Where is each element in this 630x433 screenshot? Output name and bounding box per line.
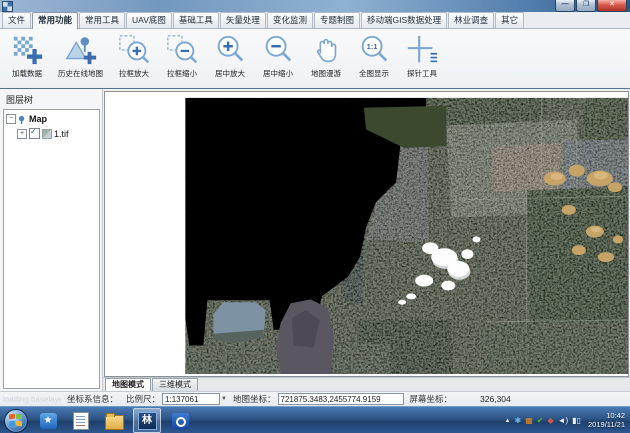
clock-date: 2019/11/21 <box>588 421 625 430</box>
tool-label: 地图漫游 <box>311 68 341 79</box>
view-mode-tabs: 地图模式 三维模式 <box>103 377 630 391</box>
toolbar: 加载数据 历史在线地图 拉框放大 <box>0 29 630 89</box>
menu-tab-thematic-mapping[interactable]: 专题制图 <box>314 12 360 28</box>
raster-layer-icon <box>42 129 52 139</box>
star-app-icon: ★ <box>40 413 57 429</box>
expand-icon[interactable]: + <box>17 129 27 139</box>
svg-text:1:1: 1:1 <box>367 42 378 51</box>
center-zoom-in-icon <box>213 33 247 67</box>
tool-label: 居中放大 <box>215 68 245 79</box>
tray-orange-grid-icon[interactable]: ▦ <box>525 416 533 426</box>
history-online-map-button[interactable]: 历史在线地图 <box>52 31 109 81</box>
full-extent-icon: 1:1 <box>357 33 391 67</box>
scale-input[interactable] <box>162 393 220 405</box>
center-zoom-in-button[interactable]: 居中放大 <box>207 31 253 81</box>
tool-label: 加载数据 <box>12 68 42 79</box>
menu-tab-mobile-gis-data[interactable]: 移动端GIS数据处理 <box>361 12 447 28</box>
tool-label: 拉框缩小 <box>167 68 197 79</box>
screen-coord-label: 屏幕坐标： <box>410 393 453 405</box>
taskbar-app-o[interactable] <box>166 408 194 433</box>
taskbar-app-explorer[interactable] <box>100 408 128 433</box>
map-mode-tab[interactable]: 地图模式 <box>105 378 151 391</box>
windows-taskbar: ★ 林 ▲ ✱ ▦ ✔ ◆ ◄) ▮▯ 10:42 2019/11/21 <box>0 406 630 433</box>
pan-map-button[interactable]: 地图漫游 <box>303 31 349 81</box>
screen-coord-value: 326,304 <box>480 394 511 404</box>
pan-hand-icon <box>309 33 343 67</box>
tool-label: 拉框放大 <box>119 68 149 79</box>
tree-node-map[interactable]: − Map <box>6 114 97 124</box>
close-button[interactable]: ✕ <box>597 0 627 12</box>
layer-panel-title: 图层树 <box>0 89 102 109</box>
status-bar: loading baselayer 坐标系信息： 比例尺： ▼ 地图坐标： 屏幕… <box>0 391 630 406</box>
scale-label: 比例尺： <box>126 393 160 405</box>
volume-icon[interactable]: ◄) <box>558 416 569 426</box>
menu-tab-basic-tools[interactable]: 基础工具 <box>173 12 219 28</box>
map-node-icon <box>18 115 27 124</box>
menu-tab-file[interactable]: 文件 <box>2 12 31 28</box>
collapse-icon[interactable]: − <box>6 114 16 124</box>
menu-tab-strip: 文件 常用功能 常用工具 UAV底图 基础工具 矢量处理 变化监测 专题制图 移… <box>0 12 630 29</box>
dragbox-zoom-out-icon <box>165 33 199 67</box>
dragbox-zoom-in-icon <box>117 33 151 67</box>
tray-red-app-icon[interactable]: ◆ <box>547 416 553 426</box>
o-app-icon <box>172 413 189 429</box>
map-coord-input[interactable] <box>278 393 404 405</box>
menu-tab-common-functions[interactable]: 常用功能 <box>32 12 78 29</box>
clock[interactable]: 10:42 2019/11/21 <box>588 412 625 429</box>
layer-visibility-checkbox[interactable] <box>29 128 40 139</box>
load-data-icon <box>10 33 44 67</box>
tree-node-layer[interactable]: + 1.tif <box>17 128 97 139</box>
dragbox-zoom-in-button[interactable]: 拉框放大 <box>111 31 157 81</box>
show-hidden-icons-button[interactable]: ▲ <box>505 416 511 426</box>
system-tray: ▲ ✱ ▦ ✔ ◆ ◄) ▮▯ 10:42 2019/11/21 <box>501 407 628 433</box>
minimize-button[interactable]: — <box>555 0 575 12</box>
start-button[interactable] <box>4 409 28 433</box>
menu-tab-vector-processing[interactable]: 矢量处理 <box>220 12 266 28</box>
windows-flag-icon <box>9 413 15 419</box>
layer-label: 1.tif <box>54 129 69 139</box>
satellite-raster <box>105 92 628 376</box>
network-icon[interactable]: ▮▯ <box>572 416 581 426</box>
loading-text: loading baselayer <box>3 395 61 404</box>
taskbar-app-notepad[interactable] <box>67 408 95 433</box>
coord-system-label: 坐标系信息： <box>67 393 118 405</box>
titlebar: — ❐ ✕ <box>0 0 630 12</box>
menu-tab-common-tools[interactable]: 常用工具 <box>79 12 125 28</box>
tool-label: 居中缩小 <box>263 68 293 79</box>
map-node-label: Map <box>29 114 47 124</box>
taskbar-app-messenger[interactable]: ★ <box>34 408 62 433</box>
scale-dropdown-icon[interactable]: ▼ <box>221 396 227 402</box>
menu-tab-forestry-survey[interactable]: 林业调查 <box>448 12 494 28</box>
folder-icon <box>105 415 124 430</box>
center-zoom-out-icon <box>261 33 295 67</box>
map-coord-label: 地图坐标： <box>233 393 276 405</box>
load-data-button[interactable]: 加载数据 <box>4 31 50 81</box>
app-icon <box>2 1 13 12</box>
menu-tab-other[interactable]: 其它 <box>495 12 524 28</box>
maximize-button[interactable]: ❐ <box>576 0 596 12</box>
probe-tool-button[interactable]: 探针工具 <box>399 31 445 81</box>
forestry-app-icon: 林 <box>138 412 157 430</box>
probe-tool-icon <box>405 33 439 67</box>
menu-tab-uav-basemap[interactable]: UAV底图 <box>126 12 172 28</box>
tray-green-status-icon[interactable]: ✔ <box>537 416 544 426</box>
map-canvas[interactable] <box>104 91 629 377</box>
layer-panel: 图层树 − Map + 1.tif <box>0 89 103 391</box>
app-window: — ❐ ✕ 文件 常用功能 常用工具 UAV底图 基础工具 矢量处理 变化监测 … <box>0 0 630 406</box>
history-online-map-icon <box>64 33 98 67</box>
menu-tab-change-monitoring[interactable]: 变化监测 <box>267 12 313 28</box>
tray-blue-star-icon[interactable]: ✱ <box>514 416 521 426</box>
dragbox-zoom-out-button[interactable]: 拉框缩小 <box>159 31 205 81</box>
3d-mode-tab[interactable]: 三维模式 <box>152 378 198 391</box>
center-zoom-out-button[interactable]: 居中缩小 <box>255 31 301 81</box>
tool-label: 全图显示 <box>359 68 389 79</box>
tool-label: 历史在线地图 <box>58 68 103 79</box>
notepad-icon <box>73 412 89 430</box>
tool-label: 探针工具 <box>407 68 437 79</box>
taskbar-app-forestry-gis[interactable]: 林 <box>133 408 161 433</box>
full-extent-button[interactable]: 1:1 全图显示 <box>351 31 397 81</box>
layer-tree: − Map + 1.tif <box>3 109 100 389</box>
